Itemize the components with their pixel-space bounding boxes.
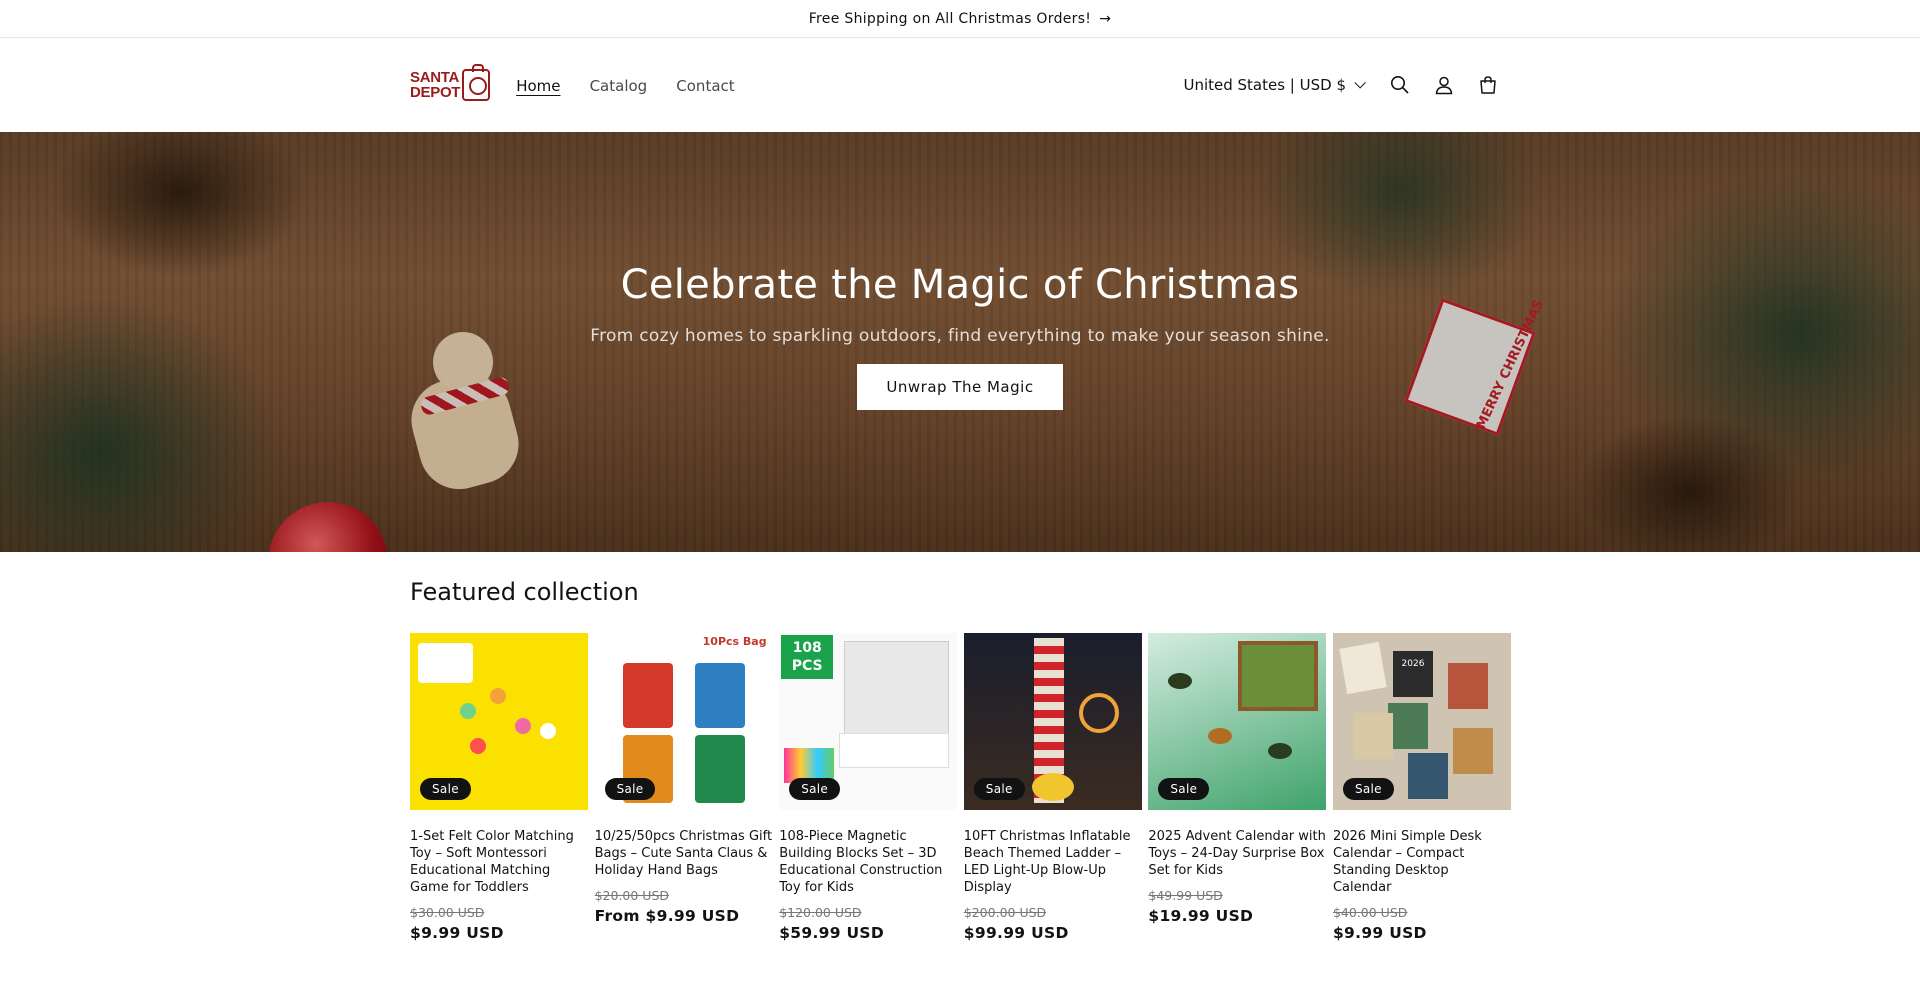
product-image[interactable]: Sale bbox=[963, 633, 1142, 810]
main-nav: Home Catalog Contact bbox=[516, 76, 758, 95]
country-label: United States | USD $ bbox=[1183, 76, 1346, 94]
logo-text: SANTA DEPOT bbox=[410, 69, 461, 101]
compare-price: $20.00 USD bbox=[594, 888, 670, 903]
nav-catalog[interactable]: Catalog bbox=[590, 77, 648, 95]
search-icon bbox=[1391, 76, 1409, 94]
chevron-down-icon bbox=[1354, 77, 1366, 89]
compare-price: $49.99 USD bbox=[1148, 888, 1223, 903]
announcement-bar[interactable]: Free Shipping on All Christmas Orders! → bbox=[0, 0, 1920, 38]
nav-home[interactable]: Home bbox=[516, 77, 560, 95]
sale-badge: Sale bbox=[420, 778, 471, 800]
product-card[interactable]: 10Pcs Bag Sale 10/25/50pcs Christmas Gif… bbox=[594, 633, 773, 942]
sale-price: From $9.99 USD bbox=[594, 907, 740, 925]
site-header: SANTA DEPOT Home Catalog Contact United … bbox=[0, 38, 1920, 132]
product-image[interactable]: 2026 Sale bbox=[1332, 633, 1511, 810]
account-button[interactable] bbox=[1422, 63, 1466, 107]
product-title[interactable]: 10FT Christmas Inflatable Beach Themed L… bbox=[964, 828, 1142, 896]
hero-banner: MERRY CHRISTMAS Celebrate the Magic of C… bbox=[0, 132, 1920, 552]
product-card[interactable]: Sale 2025 Advent Calendar with Toys – 24… bbox=[1148, 633, 1327, 942]
search-button[interactable] bbox=[1378, 63, 1422, 107]
product-card[interactable]: 108 PCS Sale 108-Piece Magnetic Building… bbox=[779, 633, 958, 942]
product-card[interactable]: 2026 Sale 2026 Mini Simple Desk Calendar… bbox=[1332, 633, 1511, 942]
sale-price: $99.99 USD bbox=[963, 924, 1069, 942]
product-title[interactable]: 108-Piece Magnetic Building Blocks Set –… bbox=[779, 828, 957, 896]
store-logo[interactable]: SANTA DEPOT bbox=[410, 64, 491, 101]
sale-price: $9.99 USD bbox=[410, 924, 504, 942]
product-card[interactable]: Sale 1-Set Felt Color Matching Toy – Sof… bbox=[410, 633, 588, 942]
hero-title: Celebrate the Magic of Christmas bbox=[620, 262, 1300, 308]
sale-badge: Sale bbox=[1342, 778, 1394, 800]
product-image[interactable]: Sale bbox=[1148, 633, 1327, 810]
compare-price: $120.00 USD bbox=[779, 905, 862, 920]
arrow-right-icon: → bbox=[1099, 10, 1112, 27]
santa-gift-icon bbox=[462, 64, 491, 101]
announcement-text: Free Shipping on All Christmas Orders! bbox=[808, 10, 1092, 27]
sale-badge: Sale bbox=[604, 778, 656, 800]
featured-collection: Featured collection Sale 1-Set Felt Colo… bbox=[410, 552, 1511, 942]
product-title[interactable]: 2026 Mini Simple Desk Calendar – Compact… bbox=[1333, 828, 1511, 896]
account-icon bbox=[1435, 76, 1453, 95]
compare-price: $200.00 USD bbox=[963, 905, 1047, 920]
unwrap-magic-button[interactable]: Unwrap The Magic bbox=[857, 364, 1063, 410]
featured-title: Featured collection bbox=[410, 578, 639, 606]
sale-badge: Sale bbox=[973, 778, 1025, 800]
product-title[interactable]: 10/25/50pcs Christmas Gift Bags – Cute S… bbox=[595, 828, 773, 879]
sale-badge: Sale bbox=[789, 778, 841, 800]
country-currency-selector[interactable]: United States | USD $ bbox=[1183, 76, 1366, 94]
product-title[interactable]: 2025 Advent Calendar with Toys – 24-Day … bbox=[1148, 828, 1326, 879]
image-label: 2026 bbox=[1392, 651, 1433, 697]
image-label: 10Pcs Bag bbox=[702, 635, 767, 648]
sale-price: $19.99 USD bbox=[1148, 907, 1254, 925]
compare-price: $30.00 USD bbox=[410, 905, 485, 920]
compare-price: $40.00 USD bbox=[1332, 905, 1408, 920]
product-grid: Sale 1-Set Felt Color Matching Toy – Sof… bbox=[410, 633, 1511, 942]
product-card[interactable]: Sale 10FT Christmas Inflatable Beach The… bbox=[963, 633, 1142, 942]
hero-subtitle: From cozy homes to sparkling outdoors, f… bbox=[590, 326, 1330, 346]
sale-badge: Sale bbox=[1158, 778, 1210, 800]
product-image[interactable]: Sale bbox=[410, 633, 588, 810]
cart-icon bbox=[1480, 76, 1496, 94]
sale-price: $59.99 USD bbox=[779, 924, 885, 942]
cart-button[interactable] bbox=[1466, 63, 1510, 107]
sale-price: $9.99 USD bbox=[1332, 924, 1427, 942]
image-label: 108 PCS bbox=[781, 635, 834, 679]
product-title[interactable]: 1-Set Felt Color Matching Toy – Soft Mon… bbox=[410, 828, 588, 896]
product-image[interactable]: 10Pcs Bag Sale bbox=[594, 633, 773, 810]
product-image[interactable]: 108 PCS Sale bbox=[779, 633, 958, 810]
nav-contact[interactable]: Contact bbox=[676, 77, 734, 95]
